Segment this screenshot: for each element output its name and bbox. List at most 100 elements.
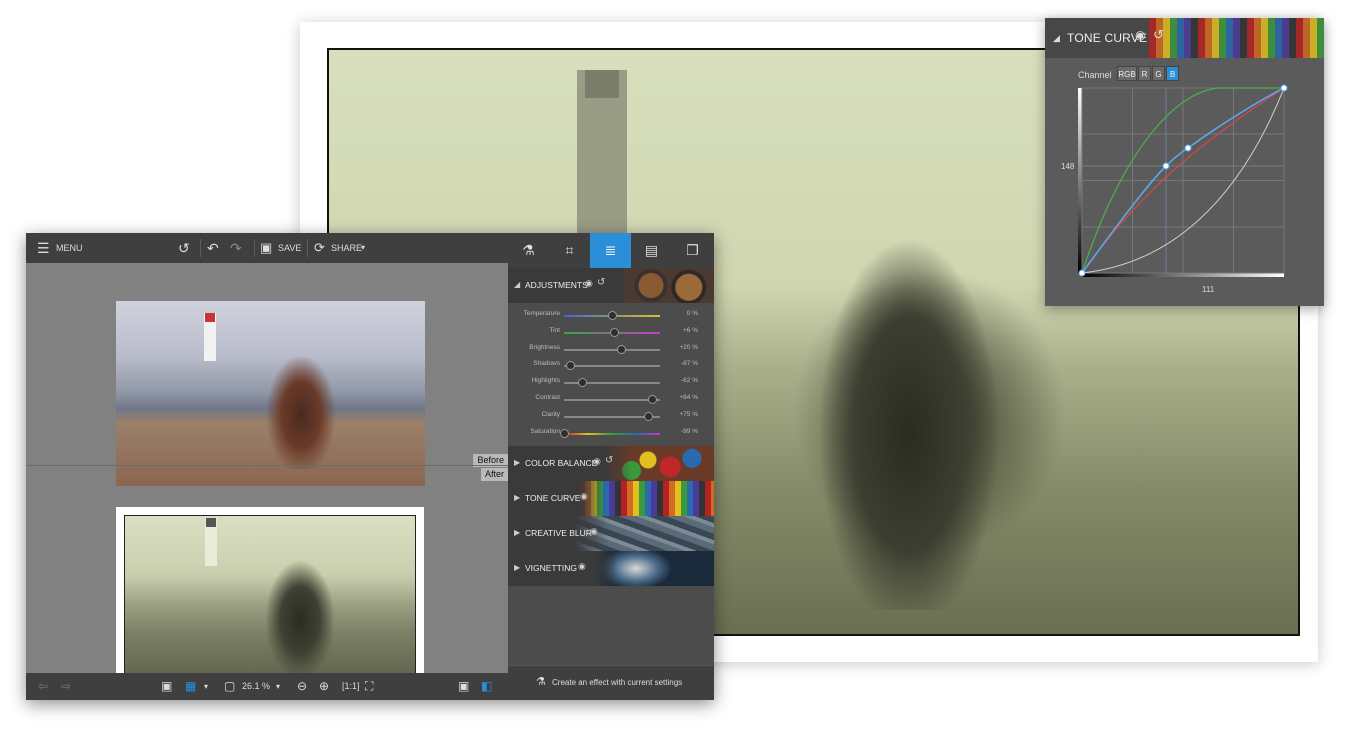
eye-icon[interactable]: ◉ (590, 526, 598, 537)
share-icon[interactable]: ⟳ (314, 233, 325, 263)
slider-row-brightness: Brightness +20 % (508, 341, 714, 358)
expand-triangle-icon[interactable]: ▶ (514, 458, 520, 467)
slider-knob[interactable] (617, 344, 627, 354)
eye-icon[interactable]: ◉ (578, 561, 586, 572)
share-button[interactable]: SHARE (331, 233, 362, 263)
single-view-icon[interactable]: ▣ (161, 673, 172, 700)
after-image (124, 515, 416, 685)
slider-knob[interactable] (647, 395, 657, 404)
slider-value: +84 % (679, 394, 698, 401)
collapse-triangle-icon[interactable]: ◢ (1053, 33, 1060, 44)
slider-value: 0 % (686, 310, 698, 317)
color-balance-section-header[interactable]: ▶ COLOR BALANCE ◉ ↺ (508, 446, 714, 481)
zoom-in-icon[interactable]: ⊕ (319, 673, 329, 700)
split-divider[interactable] (26, 465, 508, 466)
slider-track[interactable] (564, 432, 660, 435)
slider-knob[interactable] (607, 311, 617, 320)
expand-triangle-icon[interactable]: ▶ (514, 528, 520, 537)
channel-r-button[interactable]: R (1138, 66, 1151, 81)
fit-screen-icon[interactable]: ⛶ (365, 673, 373, 700)
tone-curve-header[interactable]: ◢ TONE CURVE ◉ ↺ (1045, 18, 1324, 58)
before-after-canvas: Before After (26, 263, 508, 693)
slider-label: Tint (549, 326, 560, 334)
zoom-fit-icon[interactable]: ▢ (224, 673, 235, 700)
curve-point[interactable] (1078, 269, 1086, 277)
right-panel: ⚗ ⌗ ≣ ▤ ❐ ◢ ADJUSTMENTS ◉ ↺ Temperature 0… (508, 233, 714, 700)
slider-knob[interactable] (643, 411, 653, 421)
zoom-value[interactable]: 26.1 % (242, 673, 270, 700)
sliders-icon[interactable]: ≣ (590, 233, 631, 268)
slider-knob[interactable] (566, 361, 576, 371)
save-button[interactable]: SAVE (278, 233, 301, 263)
slider-row-temperature: Temperature 0 % (508, 307, 714, 324)
next-image-arrow-icon[interactable]: ⇨ (61, 673, 71, 700)
prev-image-arrow-icon[interactable]: ⇦ (38, 673, 48, 700)
undo-icon[interactable]: ↶ (207, 233, 219, 263)
crop-icon[interactable]: ⌗ (549, 233, 590, 268)
curve-point[interactable] (1280, 84, 1288, 92)
create-effect-button[interactable]: ⚗ Create an effect with current settings (508, 665, 714, 700)
curve-point[interactable] (1162, 162, 1170, 170)
slider-label: Clarity (541, 410, 560, 418)
view-dropdown-caret[interactable]: ▾ (204, 673, 208, 700)
zoom-out-icon[interactable]: ⊖ (297, 673, 307, 700)
creative-blur-section-header[interactable]: ▶ CREATIVE BLUR ◉ (508, 516, 714, 551)
vignetting-title: VIGNETTING (525, 563, 577, 573)
dancer-figure (265, 554, 335, 674)
slider-value: +20 % (679, 343, 698, 351)
channel-g-button[interactable]: G (1152, 66, 1165, 81)
curve-point[interactable] (1184, 144, 1192, 152)
collapse-triangle-icon[interactable]: ◢ (514, 280, 520, 289)
slider-label: Brightness (529, 343, 560, 351)
flask-icon[interactable]: ⚗ (508, 233, 549, 268)
slider-label: Saturation (530, 427, 560, 435)
save-icon[interactable]: ▣ (260, 233, 272, 263)
share-dropdown-caret[interactable]: ▾ (361, 233, 365, 263)
actual-size-icon[interactable]: [1:1] (342, 673, 360, 700)
channel-b-button[interactable]: B (1166, 66, 1179, 81)
zoom-dropdown-caret[interactable]: ▾ (276, 673, 280, 700)
redo-icon[interactable]: ↷ (230, 233, 242, 263)
eye-icon[interactable]: ◉ (580, 491, 588, 502)
slider-label: Shadows (533, 360, 560, 368)
curve-grid (1081, 87, 1285, 274)
hamburger-menu-icon[interactable]: ☰ (37, 233, 50, 263)
slider-track[interactable] (564, 365, 660, 368)
photo-editor-window: ☰ MENU ↺ ↶ ↷ ▣ SAVE ⟳ SHARE ▾ Before Aft… (26, 233, 714, 700)
slider-track[interactable] (564, 348, 660, 351)
channel-rgb-button[interactable]: RGB (1117, 66, 1137, 81)
lighthouse-shape (204, 313, 216, 361)
toolbar-divider (200, 239, 201, 257)
eye-icon[interactable]: ◉ (1135, 28, 1145, 42)
creative-blur-title: CREATIVE BLUR (525, 528, 592, 538)
slider-track[interactable] (564, 399, 660, 401)
slider-knob[interactable] (610, 327, 620, 337)
stamp-icon[interactable]: ▤ (631, 233, 672, 268)
panel-tabs: ⚗ ⌗ ≣ ▤ ❐ (508, 233, 714, 268)
expand-triangle-icon[interactable]: ▶ (514, 493, 520, 502)
reset-icon[interactable]: ↺ (1153, 27, 1164, 43)
split-view-icon[interactable]: ▦ (185, 673, 196, 700)
compare-toggle-icon[interactable]: ◧ (481, 673, 492, 700)
vignetting-section-header[interactable]: ▶ VIGNETTING ◉ (508, 551, 714, 586)
reset-icon[interactable]: ↺ (597, 277, 605, 288)
after-label: After (480, 468, 508, 481)
layers-icon[interactable]: ❐ (672, 233, 713, 268)
rotate-icon[interactable]: ↺ (178, 233, 190, 263)
reset-icon[interactable]: ↺ (605, 455, 613, 466)
create-effect-label: Create an effect with current settings (552, 678, 683, 687)
slider-row-saturation: Saturation -99 % (508, 425, 714, 442)
menu-button[interactable]: MENU (56, 233, 83, 263)
slider-row-clarity: Clarity +75 % (508, 408, 714, 425)
before-image (116, 301, 425, 486)
eye-icon[interactable]: ◉ (593, 456, 601, 467)
expand-triangle-icon[interactable]: ▶ (514, 563, 520, 572)
panel-toggle-icon[interactable]: ▣ (458, 673, 469, 700)
slider-knob[interactable] (577, 378, 587, 388)
eye-icon[interactable]: ◉ (585, 278, 593, 289)
tone-curve-section-header[interactable]: ▶ TONE CURVE ◉ (508, 481, 714, 516)
adjustments-section-header[interactable]: ◢ ADJUSTMENTS ◉ ↺ (508, 268, 714, 303)
slider-knob[interactable] (560, 428, 570, 438)
tone-curve-graph[interactable] (1078, 84, 1288, 289)
slider-row-highlights: Highlights -62 % (508, 374, 714, 391)
